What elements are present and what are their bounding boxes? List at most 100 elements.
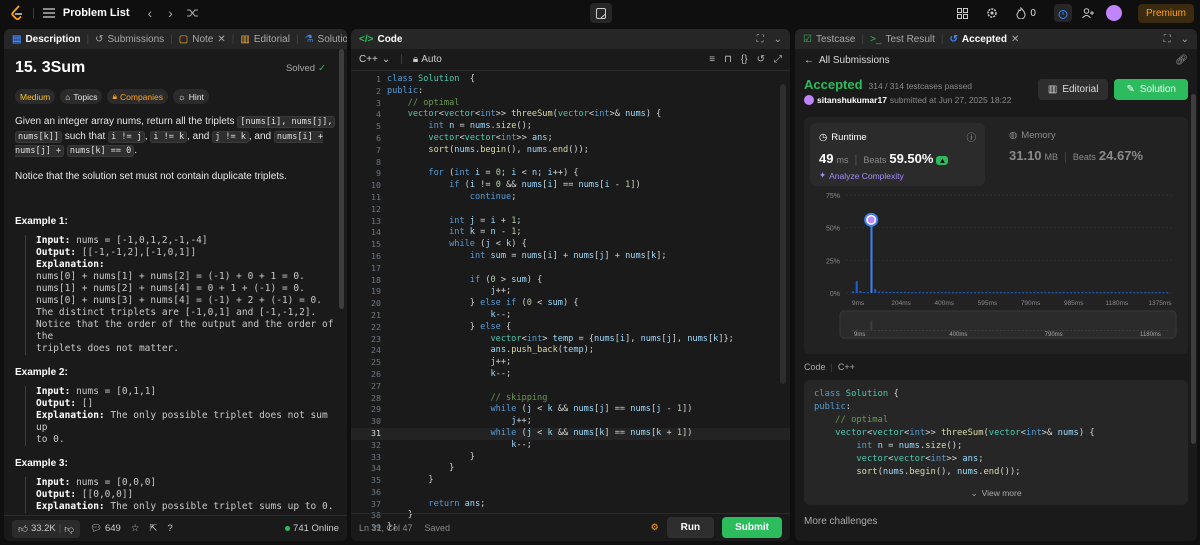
prev-problem-icon[interactable]: ‹ — [147, 5, 152, 21]
premium-button[interactable]: Premium — [1137, 3, 1194, 23]
share-link-icon[interactable]: 🔗︎ — [1175, 55, 1188, 66]
auto-mode[interactable]: 🔒︎ Auto — [413, 54, 442, 65]
maximize-icon[interactable]: ⛶ — [757, 34, 764, 45]
code-line[interactable]: 14 int k = n - 1; — [351, 227, 790, 239]
bookmark-icon[interactable]: ⊓ — [724, 54, 732, 65]
debug-icon[interactable]: ⚙ — [651, 522, 659, 533]
code-line[interactable]: 4 vector<vector<int>> threeSum(vector<in… — [351, 109, 790, 121]
problem-list-button[interactable]: Problem List — [63, 7, 130, 19]
code-line[interactable]: 15 while (j < k) { — [351, 239, 790, 251]
avatar[interactable] — [1105, 5, 1122, 21]
code-line[interactable]: 10 if (i != 0 && nums[i] == nums[i - 1]) — [351, 180, 790, 192]
code-line[interactable]: 21 k--; — [351, 310, 790, 322]
favorite-star-icon[interactable]: ☆ — [131, 523, 140, 534]
share-icon[interactable]: ⇱ — [149, 523, 157, 534]
comments-button[interactable]: 💬︎ 649 — [90, 523, 121, 534]
code-line[interactable]: 11 continue; — [351, 192, 790, 204]
editor-scrollbar[interactable] — [780, 84, 786, 384]
code-line[interactable]: 13 int j = i + 1; — [351, 216, 790, 228]
code-line[interactable]: 5 int n = nums.size(); — [351, 121, 790, 133]
code-line[interactable]: 9 for (int i = 0; i < n; i++) { — [351, 168, 790, 180]
code-line[interactable]: 32 k--; — [351, 440, 790, 452]
timer-icon[interactable] — [1053, 4, 1072, 22]
braces-icon[interactable]: {} — [741, 54, 748, 65]
leetcode-logo-icon[interactable] — [10, 5, 24, 21]
code-line[interactable]: 35 } — [351, 475, 790, 487]
difficulty-badge[interactable]: Medium — [15, 89, 56, 104]
code-line[interactable]: 37 return ans; — [351, 499, 790, 511]
code-line[interactable]: 29 while (j < k && nums[j] == nums[j - 1… — [351, 404, 790, 416]
result-scrollbar[interactable] — [1191, 94, 1196, 444]
like-button[interactable]: 👍︎ 33.2K | 👎︎ — [12, 519, 80, 538]
view-more-button[interactable]: View more — [982, 488, 1022, 499]
close-note-icon[interactable]: ✕ — [217, 34, 225, 45]
code-line[interactable]: 30 j++; — [351, 416, 790, 428]
code-line[interactable]: 24 ans.push_back(temp); — [351, 345, 790, 357]
code-line[interactable]: 17 — [351, 263, 790, 275]
collapse-icon[interactable]: ⌄ — [774, 34, 782, 45]
settings-gear-icon[interactable] — [986, 7, 998, 19]
tab-submissions[interactable]: ↺ Submissions — [95, 34, 164, 45]
solution-button[interactable]: ✎ Solution — [1114, 79, 1188, 100]
thumbs-down-icon[interactable]: 👎︎ — [64, 523, 74, 535]
next-problem-icon[interactable]: › — [168, 5, 173, 21]
code-line[interactable]: 28 // skipping — [351, 393, 790, 405]
code-editor[interactable]: 1 class Solution {2 public: 3 // optimal 4 v… — [351, 71, 790, 532]
expand-icon[interactable]: ⤢ — [774, 54, 782, 65]
tab-testcase[interactable]: ☑ Testcase — [803, 34, 855, 45]
code-line[interactable]: 16 int sum = nums[i] + nums[j] + nums[k]… — [351, 251, 790, 263]
all-submissions-link[interactable]: All Submissions — [819, 55, 890, 66]
format-icon[interactable]: ≡ — [709, 54, 715, 65]
shuffle-icon[interactable] — [186, 8, 199, 18]
code-line[interactable]: 18 if (0 > sum) { — [351, 275, 790, 287]
memory-card[interactable]: ◍ Memory 31.10 MB | Beats 24.67% — [1000, 123, 1190, 186]
code-line[interactable]: 31 while (j < k && nums[k] == nums[k + 1… — [351, 427, 790, 440]
code-line[interactable]: 8 — [351, 157, 790, 169]
back-arrow-icon[interactable]: ← — [804, 55, 814, 66]
code-line[interactable]: 3 // optimal — [351, 98, 790, 110]
companies-chip[interactable]: 🔒︎ Companies — [107, 89, 168, 104]
code-line[interactable]: 6 vector<vector<int>> ans; — [351, 133, 790, 145]
maximize-icon[interactable]: ⛶ — [1164, 34, 1171, 45]
code-line[interactable]: 33 } — [351, 452, 790, 464]
code-line[interactable]: 1 class Solution { — [351, 74, 790, 86]
help-question-icon[interactable]: ? — [167, 523, 172, 534]
close-accepted-icon[interactable]: ✕ — [1011, 34, 1019, 45]
layout-icon[interactable] — [957, 7, 969, 19]
user-avatar[interactable] — [804, 95, 814, 105]
runtime-distribution-chart[interactable]: 75% 50% 25% 0% 9ms 204ms 400ms 595ms 790ms 985ms 1… — [810, 189, 1182, 349]
streak-fire-icon[interactable] — [1016, 7, 1026, 19]
description-scrollbar[interactable] — [339, 49, 344, 309]
analyze-complexity-link[interactable]: Analyze Complexity — [829, 171, 904, 181]
code-line[interactable]: 25 j++; — [351, 357, 790, 369]
runtime-card[interactable]: ◷ Runtime ⓘ 49 ms | Beats 59.50% ▲ ✦ Ana… — [810, 123, 985, 186]
tab-test-result[interactable]: >_ Test Result — [870, 34, 935, 45]
editorial-button[interactable]: ▥ Editorial — [1037, 79, 1109, 100]
add-user-icon[interactable] — [1082, 7, 1094, 19]
run-button[interactable]: Run — [666, 517, 715, 538]
code-line[interactable]: 7 sort(nums.begin(), nums.end()); — [351, 145, 790, 157]
tab-note[interactable]: ▢ Note ✕ — [179, 34, 226, 45]
code-line[interactable]: 19 j++; — [351, 286, 790, 298]
collapse-icon[interactable]: ⌄ — [1181, 34, 1189, 45]
notes-button[interactable] — [590, 3, 612, 23]
code-line[interactable]: 36 — [351, 487, 790, 499]
language-select[interactable]: C++ ⌄ — [359, 54, 390, 65]
tab-editorial[interactable]: ▥ Editorial — [240, 34, 290, 45]
code-line[interactable]: 23 vector<int> temp = {nums[i], nums[j],… — [351, 334, 790, 346]
code-line[interactable]: 2 public: — [351, 86, 790, 98]
topics-chip[interactable]: ⌂ Topics — [60, 89, 103, 104]
code-line[interactable]: 26 k--; — [351, 369, 790, 381]
code-tab[interactable]: </> Code — [359, 34, 402, 45]
tab-description[interactable]: ▤ Description — [12, 34, 80, 45]
submit-button[interactable]: Submit — [722, 517, 782, 538]
code-line[interactable]: 34 } — [351, 463, 790, 475]
code-line[interactable]: 12 — [351, 204, 790, 216]
info-icon[interactable]: ⓘ — [966, 130, 976, 144]
code-line[interactable]: 20 } else if (0 < sum) { — [351, 298, 790, 310]
tab-solutions[interactable]: ⚗Solutions — [305, 34, 347, 45]
code-line[interactable]: 27 — [351, 381, 790, 393]
tab-accepted[interactable]: ↺ Accepted ✕ — [950, 34, 1020, 45]
problem-list-icon[interactable] — [42, 8, 55, 18]
reset-icon[interactable]: ↺ — [757, 54, 765, 65]
